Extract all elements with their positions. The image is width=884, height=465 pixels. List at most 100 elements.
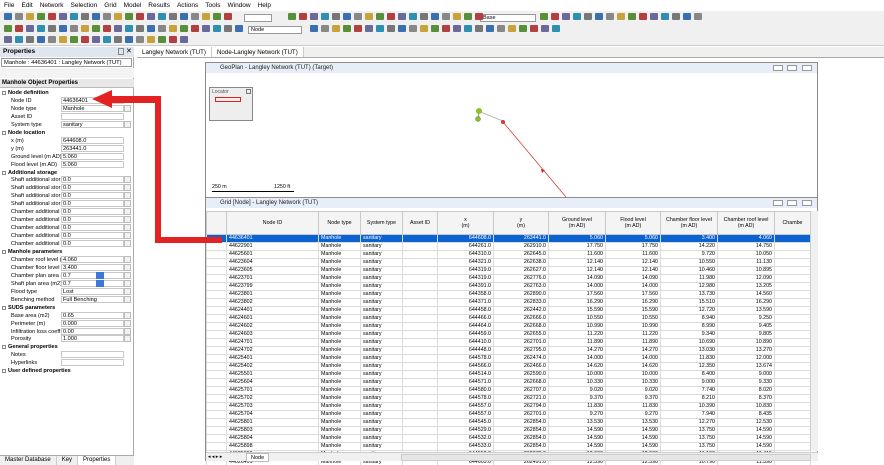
property-value[interactable]: Lost <box>61 287 124 295</box>
table-cell[interactable]: Manhole <box>318 410 361 419</box>
table-cell[interactable]: sanitary <box>360 298 403 307</box>
property-value[interactable]: 0.7 <box>61 271 124 279</box>
table-cell[interactable] <box>402 266 438 275</box>
table-cell[interactable]: 14.000 <box>548 282 606 291</box>
toolbar-button[interactable] <box>683 13 691 20</box>
collapse-icon[interactable] <box>2 130 6 135</box>
table-cell[interactable] <box>774 322 811 331</box>
toolbar-button[interactable] <box>551 13 559 20</box>
table-cell[interactable]: 14.560 <box>717 290 775 299</box>
table-cell[interactable] <box>774 266 811 275</box>
table-cell[interactable]: 644459.0 <box>437 330 494 339</box>
table-cell[interactable]: 9.250 <box>717 314 775 323</box>
table-cell[interactable]: 14.620 <box>548 362 606 371</box>
column-header[interactable]: Chambe <box>774 211 811 235</box>
table-cell[interactable]: 644321.0 <box>437 258 494 267</box>
table-cell[interactable]: 644319.0 <box>437 274 494 283</box>
table-cell[interactable]: 13.030 <box>660 346 718 355</box>
toolbar-button[interactable] <box>442 13 450 20</box>
toolbar-button[interactable] <box>321 25 329 32</box>
table-cell[interactable]: 262910.0 <box>493 242 549 251</box>
table-cell[interactable]: 44625501 <box>226 370 319 379</box>
row-selector[interactable] <box>206 394 227 403</box>
table-row[interactable]: 44625402 Manhole sanitary 644566.0 262466.0 1… <box>206 362 811 371</box>
toolbar-button[interactable] <box>332 25 340 32</box>
node-marker[interactable] <box>501 120 505 124</box>
column-header[interactable]: Asset ID <box>402 211 438 235</box>
table-cell[interactable]: Manhole <box>318 330 361 339</box>
toolbar-button[interactable] <box>628 13 636 20</box>
property-value[interactable]: 0.0 <box>61 240 124 248</box>
table-cell[interactable]: 44623701 <box>226 274 319 283</box>
table-cell[interactable]: 644532.0 <box>437 434 494 443</box>
table-cell[interactable]: 263441.0 <box>493 234 549 243</box>
menu-item-results[interactable]: Results <box>148 2 170 9</box>
property-value[interactable]: 4.060 <box>61 255 124 263</box>
table-cell[interactable]: 11.600 <box>548 250 606 259</box>
table-cell[interactable]: 644578.0 <box>437 394 494 403</box>
table-cell[interactable]: 11.980 <box>660 274 718 283</box>
table-cell[interactable]: 3.400 <box>660 234 718 243</box>
table-row[interactable]: 44625604 Manhole sanitary 644571.0 262668.0 1… <box>206 378 811 387</box>
table-cell[interactable]: 44624702 <box>226 346 319 355</box>
table-cell[interactable]: sanitary <box>360 426 403 435</box>
table-cell[interactable]: 10.550 <box>605 314 661 323</box>
table-cell[interactable] <box>774 354 811 363</box>
table-cell[interactable]: 14.590 <box>548 426 606 435</box>
table-cell[interactable]: 44636401 <box>226 234 319 243</box>
row-selector[interactable] <box>206 306 227 315</box>
table-cell[interactable] <box>774 386 811 395</box>
table-cell[interactable] <box>774 314 811 323</box>
table-cell[interactable]: 12.000 <box>717 354 775 363</box>
table-cell[interactable]: 11.890 <box>605 338 661 347</box>
table-row[interactable]: 44625803 Manhole sanitary 644529.0 262854.0 1… <box>206 426 811 435</box>
table-cell[interactable]: 644608.0 <box>437 234 494 243</box>
node-marker[interactable] <box>476 108 482 114</box>
menu-item-actions[interactable]: Actions <box>177 2 198 9</box>
table-cell[interactable] <box>402 378 438 387</box>
table-row[interactable]: 44625804 Manhole sanitary 644532.0 262854.0 1… <box>206 434 811 443</box>
table-cell[interactable]: 262701.0 <box>493 410 549 419</box>
table-cell[interactable]: 644578.0 <box>437 354 494 363</box>
table-cell[interactable]: 644358.0 <box>437 290 494 299</box>
property-value[interactable]: 0.0 <box>61 176 124 184</box>
table-cell[interactable]: 644580.0 <box>437 386 494 395</box>
table-cell[interactable]: 644571.0 <box>437 378 494 387</box>
table-row[interactable]: 44623802 Manhole sanitary 644371.0 262833.0 1… <box>206 298 811 307</box>
table-cell[interactable] <box>402 362 438 371</box>
toolbar-button[interactable] <box>48 36 56 43</box>
table-row[interactable]: 44625704 Manhole sanitary 644557.0 262701.0 9… <box>206 410 811 419</box>
minimize-button[interactable] <box>773 65 783 71</box>
table-cell[interactable] <box>402 250 438 259</box>
table-cell[interactable]: 7.940 <box>660 410 718 419</box>
table-row[interactable]: 44624401 Manhole sanitary 644458.0 262442.0 1… <box>206 306 811 315</box>
table-cell[interactable]: 11.220 <box>548 330 606 339</box>
table-cell[interactable]: 644533.0 <box>437 442 494 451</box>
toolbar-button[interactable] <box>37 25 45 32</box>
toolbar-button[interactable] <box>453 13 461 20</box>
dropdown-icon[interactable] <box>124 287 131 295</box>
toolbar-button[interactable] <box>114 36 122 43</box>
table-cell[interactable] <box>774 394 811 403</box>
toolbar-button[interactable] <box>420 25 428 32</box>
table-cell[interactable]: 44625704 <box>226 410 319 419</box>
table-cell[interactable] <box>774 362 811 371</box>
toolbar-button[interactable] <box>136 13 144 20</box>
property-value[interactable]: 0.7 <box>61 279 124 287</box>
table-cell[interactable]: 262763.0 <box>493 282 549 291</box>
table-cell[interactable]: 644557.0 <box>437 402 494 411</box>
table-cell[interactable] <box>402 298 438 307</box>
table-cell[interactable]: 17.750 <box>548 242 606 251</box>
scenario-combo[interactable]: Base <box>480 14 536 22</box>
toolbar-button[interactable] <box>617 13 625 20</box>
toolbar-button[interactable] <box>59 36 67 43</box>
menu-item-grid[interactable]: Grid <box>104 2 116 9</box>
table-cell[interactable]: 17.560 <box>605 290 661 299</box>
table-cell[interactable]: Manhole <box>318 290 361 299</box>
grid-minimize-button[interactable] <box>773 200 783 206</box>
toolbar-button[interactable] <box>321 13 329 20</box>
toolbar-button[interactable] <box>387 13 395 20</box>
grid-close-button[interactable] <box>802 200 812 206</box>
table-cell[interactable]: sanitary <box>360 242 403 251</box>
table-row[interactable]: 44625898 Manhole sanitary 644533.0 262854.0 1… <box>206 442 811 451</box>
